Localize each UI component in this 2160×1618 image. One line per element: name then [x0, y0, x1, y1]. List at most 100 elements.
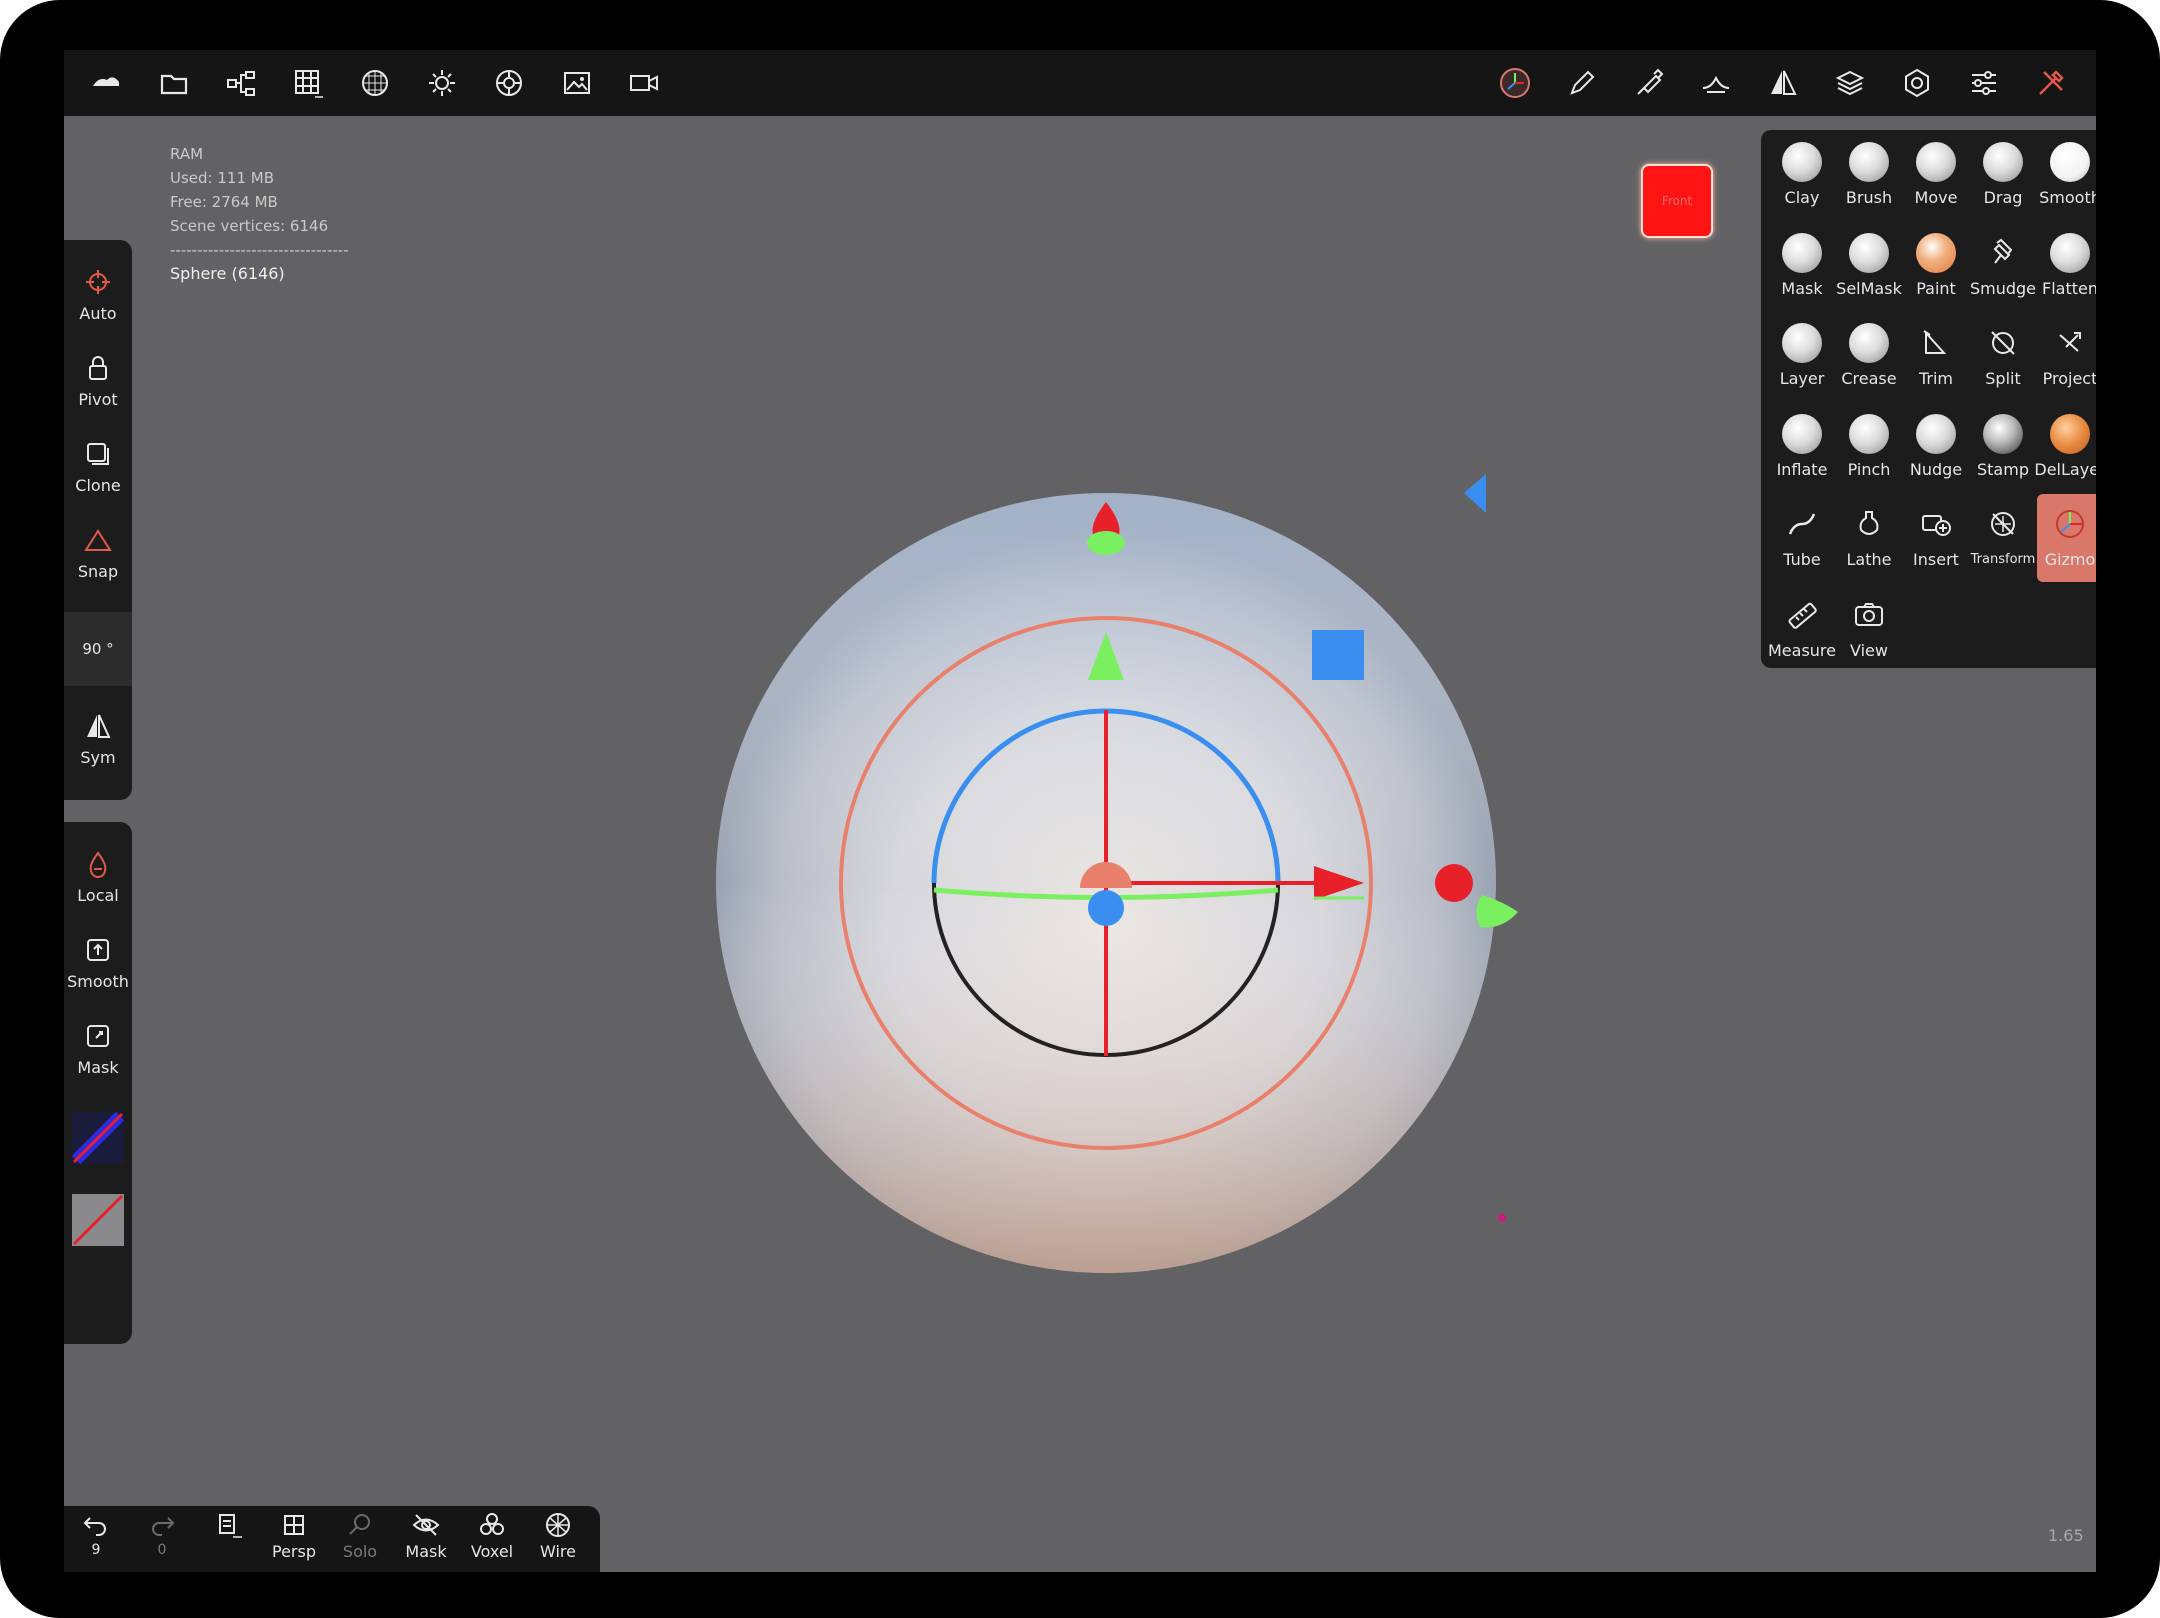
layers-icon[interactable] — [1825, 58, 1875, 108]
camera-icon[interactable] — [619, 58, 669, 108]
material-icon[interactable] — [484, 58, 534, 108]
symmetry-icon[interactable] — [1758, 58, 1808, 108]
redo-button[interactable]: 0 — [130, 1510, 194, 1570]
tool-selmask[interactable]: SelMask — [1836, 223, 1902, 311]
tool-trim[interactable]: Trim — [1903, 313, 1969, 401]
gizmo-top-handle-base — [1087, 531, 1125, 555]
persp-button[interactable]: Persp — [262, 1510, 326, 1570]
tool-dellayer[interactable]: DelLayer — [2034, 404, 2096, 492]
color-swatch-blue[interactable] — [71, 1111, 125, 1165]
tool-view[interactable]: View — [1836, 585, 1902, 673]
trim-icon — [1916, 323, 1956, 363]
tool-transform[interactable]: Transform — [1970, 494, 2036, 582]
gizmo-right-dot[interactable] — [1435, 864, 1473, 902]
tool-project[interactable]: Project — [2037, 313, 2096, 401]
tool-label: DelLayer — [2034, 459, 2096, 479]
tool-label: Stamp — [1977, 459, 2029, 479]
tool-label: Drag — [1983, 188, 2023, 207]
pivot-label: Pivot — [78, 390, 118, 409]
nomad-logo-icon[interactable] — [81, 58, 131, 108]
paint-brush-icon — [1916, 232, 1956, 273]
gizmo-orientation-icon[interactable] — [1490, 58, 1540, 108]
snap-angle-value: 90 ° — [82, 640, 114, 658]
pen-icon[interactable] — [1557, 58, 1607, 108]
tool-insert[interactable]: Insert — [1903, 494, 1969, 582]
tool-inflate[interactable]: Inflate — [1769, 404, 1835, 492]
voxel-label: Voxel — [470, 1542, 514, 1561]
color-swatch-gray[interactable] — [72, 1194, 124, 1246]
mask-button[interactable]: Mask — [64, 1012, 132, 1092]
snap-button[interactable]: Snap — [64, 516, 132, 596]
tool-clay[interactable]: Clay — [1769, 132, 1835, 220]
tool-mask[interactable]: Mask — [1769, 223, 1835, 311]
tool-label: Lathe — [1846, 550, 1892, 569]
tool-nudge[interactable]: Nudge — [1903, 404, 1969, 492]
mask-box-icon — [87, 1025, 109, 1047]
texture-sphere-icon[interactable] — [350, 58, 400, 108]
tools-icon[interactable] — [2026, 58, 2076, 108]
mask-visibility-button[interactable]: Mask — [394, 1510, 458, 1570]
light-sun-icon[interactable] — [417, 58, 467, 108]
left-gizmo-panel: Local Smooth Mask — [64, 822, 132, 1344]
top-toolbar — [64, 50, 2096, 116]
tool-paint[interactable]: Paint — [1903, 223, 1969, 311]
mask-vis-label: Mask — [405, 1542, 447, 1561]
tool-label: Clay — [1784, 188, 1820, 207]
gizmo-scale-square[interactable] — [1312, 630, 1364, 680]
voxel-icon — [480, 1513, 504, 1535]
voxel-button[interactable]: Voxel — [460, 1510, 524, 1570]
tool-label: Insert — [1913, 550, 1959, 569]
gizmo-right-leaf[interactable] — [1476, 895, 1518, 928]
mask-label: Mask — [77, 1058, 119, 1077]
smooth-button[interactable]: Smooth — [64, 926, 132, 1006]
grid-icon[interactable] — [283, 58, 333, 108]
tool-lathe[interactable]: Lathe — [1836, 494, 1902, 582]
tool-split[interactable]: Split — [1970, 313, 2036, 401]
folder-icon[interactable] — [149, 58, 199, 108]
settings-icon[interactable] — [1892, 58, 1942, 108]
wireframe-icon — [546, 1513, 570, 1537]
tool-gizmo[interactable]: Gizmo — [2037, 494, 2096, 582]
tool-drag[interactable]: Drag — [1970, 132, 2036, 220]
falloff-icon[interactable] — [1691, 58, 1741, 108]
sliders-icon[interactable] — [1959, 58, 2009, 108]
undo-button[interactable]: 9 — [64, 1510, 128, 1570]
pivot-button[interactable]: Pivot — [64, 344, 132, 424]
tool-smooth[interactable]: Smooth — [2037, 132, 2096, 220]
tool-tube[interactable]: Tube — [1769, 494, 1835, 582]
tool-label: View — [1850, 640, 1888, 660]
auto-button[interactable]: Auto — [64, 258, 132, 338]
tool-pinch[interactable]: Pinch — [1836, 404, 1902, 492]
tool-label: Layer — [1779, 369, 1825, 388]
scene-menu-button[interactable] — [196, 1510, 260, 1570]
tool-layer[interactable]: Layer — [1769, 313, 1835, 401]
tool-flatten[interactable]: Flatten — [2037, 223, 2096, 311]
clone-button[interactable]: Clone — [64, 430, 132, 510]
stroke-brush-icon[interactable] — [1624, 58, 1674, 108]
redo-icon — [152, 1517, 175, 1536]
wire-button[interactable]: Wire — [526, 1510, 590, 1570]
snap-label: Snap — [77, 562, 119, 581]
solo-button[interactable]: Solo — [328, 1510, 392, 1570]
gizmo-center-handle[interactable] — [1088, 890, 1124, 926]
tool-move[interactable]: Move — [1903, 132, 1969, 220]
smooth-label: Smooth — [67, 972, 129, 991]
undo-icon — [83, 1517, 106, 1536]
ram-label: RAM — [170, 145, 204, 163]
tool-crease[interactable]: Crease — [1836, 313, 1902, 401]
tool-brush[interactable]: Brush — [1836, 132, 1902, 220]
image-icon[interactable] — [552, 58, 602, 108]
tool-smudge[interactable]: Smudge — [1970, 223, 2036, 311]
stamp-brush-icon — [1983, 413, 2023, 454]
local-button[interactable]: Local — [64, 840, 132, 920]
scene-tree-icon[interactable] — [216, 58, 266, 108]
tool-stamp[interactable]: Stamp — [1970, 404, 2036, 492]
tool-measure[interactable]: Measure — [1768, 585, 1836, 673]
sym-button[interactable]: Sym — [64, 702, 132, 782]
search-icon — [349, 1514, 370, 1535]
mask-brush-icon — [1782, 232, 1822, 273]
gizmo-corner-triangle[interactable] — [1464, 474, 1486, 513]
snap-angle-field[interactable]: 90 ° — [64, 612, 132, 686]
view-cube-front[interactable]: Front — [1641, 164, 1713, 238]
selmask-brush-icon — [1849, 232, 1889, 273]
